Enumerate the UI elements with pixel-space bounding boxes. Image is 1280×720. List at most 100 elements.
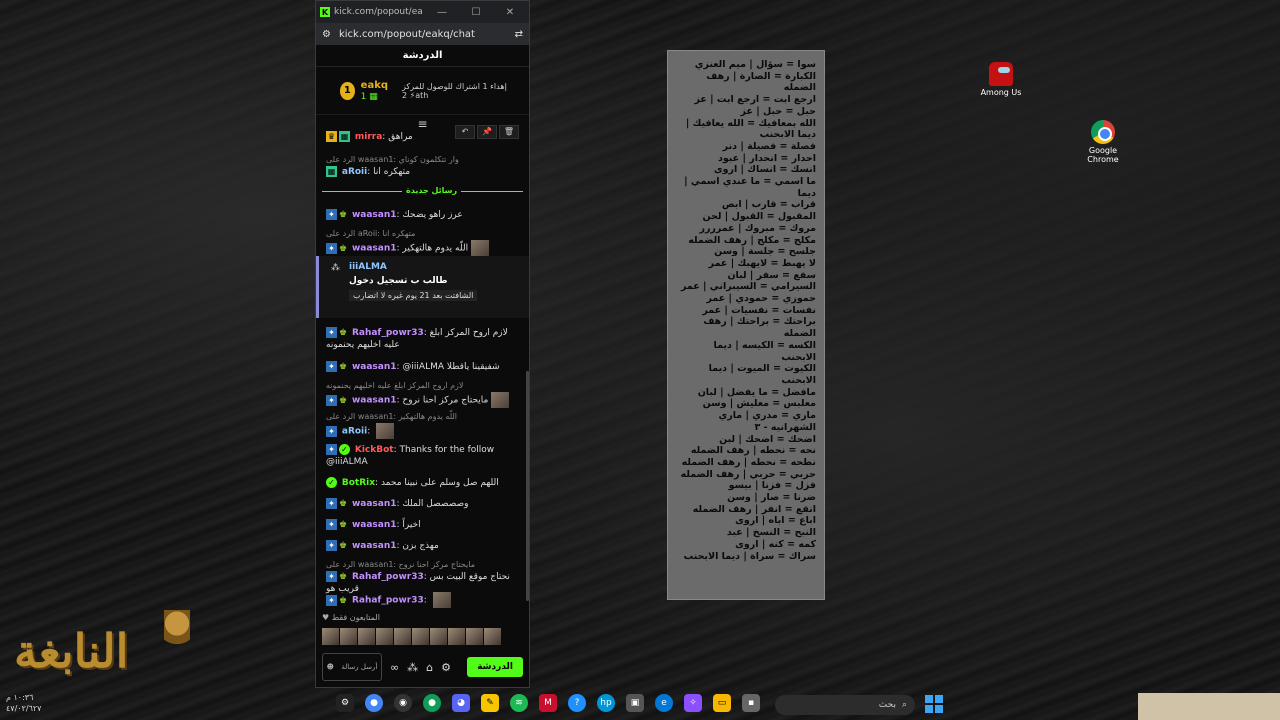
url-text[interactable]: kick.com/popout/eakq/chat [339,29,507,40]
crown-icon: ♚ [339,395,348,406]
avatar[interactable] [430,628,447,645]
delete-icon[interactable]: 🗑 [499,125,519,139]
chat-text: مراهق [388,132,413,142]
chat-username[interactable]: waasan1 [352,210,397,220]
channel-logo: النابغة [14,610,190,685]
chat-message[interactable]: ✦ ♚ Rahaf_powr33: لازم اروح المركز ابلغ ع… [326,327,519,351]
note-line: مكلج = مكلج | رهف الضمله [688,234,816,246]
translate-icon[interactable]: ⇄ [515,29,523,40]
store-icon[interactable]: ⌂ [426,661,433,674]
app-icon[interactable]: ▪ [742,694,760,712]
system-card-user[interactable]: iiiALMA [349,262,519,272]
note-line: احدار = انحدار | عبود [717,152,816,164]
chat-message[interactable]: ✦ ♚ waasan1: عرز راهو يضحك [326,209,519,221]
collapse-pinned-icon[interactable]: ≡ [417,117,427,131]
avatar[interactable] [448,628,465,645]
avatar[interactable] [466,628,483,645]
chat-message[interactable]: ✦ ♚ waasan1: مهذج بزن [326,540,519,552]
taskbar-clock[interactable]: ١٠:٣٦ م ٤٧/٠٢/٦٢٧ [6,692,41,714]
chat-send-button[interactable]: الدردشة [467,657,523,677]
mcafee-icon[interactable]: M [539,694,557,712]
avatar[interactable] [376,628,393,645]
maximize-button[interactable]: ☐ [461,7,491,18]
close-button[interactable]: ✕ [495,7,525,18]
note-line: كمه = كنه | اروى [735,538,816,550]
hp-icon[interactable]: hp [597,694,615,712]
obs-icon[interactable]: ◉ [394,694,412,712]
chat-message[interactable]: ✦ ♚ Rahaf_powr33: [326,592,519,608]
kick-badge-icon: ✦ [326,444,337,455]
sticky-notes-panel[interactable]: سوا = سؤال | ميم العنزي الكبارة = الصارة … [667,50,825,600]
chat-message[interactable]: ♛ ▦ mirra: مراهق ↶ 📌 🗑 [326,125,519,143]
spotify-icon[interactable]: ≋ [510,694,528,712]
chat-message[interactable]: ✦ ✓ KickBot: Thanks for the follow @iiiAL… [326,444,519,468]
reply-context: الرد على waasan1: اللّه يدوم هالتهكير [326,412,458,421]
chat-username[interactable]: Rahaf_powr33 [352,328,424,338]
chat-username[interactable]: waasan1 [352,362,397,372]
chat-message[interactable]: ✦ ♚ waasan1: اخيراً [326,519,519,531]
site-settings-icon[interactable]: ⚙ [322,29,331,40]
chat-message[interactable]: ✦ ♚ waasan1: اللّه يدوم هالتهكير [326,240,519,256]
chrome-alt-icon[interactable]: ● [423,694,441,712]
search-label: بحث [878,700,896,710]
windows-start-icon[interactable] [925,695,943,713]
chat-username[interactable]: waasan1 [352,520,397,530]
avatar[interactable] [358,628,375,645]
chat-scrollbar[interactable] [526,371,529,601]
users-icon[interactable]: ⁂ [407,661,418,674]
chat-username[interactable]: BotRix [342,478,375,488]
note-line: ارجع ابت = ارجع ابت | عز [694,94,816,106]
avatar[interactable] [394,628,411,645]
chat-input[interactable]: ☻ أرسل رسالة [322,653,382,681]
chat-username[interactable]: Rahaf_powr33 [352,596,424,606]
taskbar-search[interactable]: بحث ⌕ [775,695,915,715]
chat-text: وصصصصل الملك [402,499,469,509]
sticky-notes-icon[interactable]: ✎ [481,694,499,712]
copilot-icon[interactable]: ✧ [684,694,702,712]
discord-icon[interactable]: ◕ [452,694,470,712]
avatar[interactable] [484,628,501,645]
desktop-icon-among-us[interactable]: Among Us [971,62,1031,97]
system-tray-overlay [1138,693,1280,720]
chat-message[interactable]: ✓ BotRix: اللهم صل وسلم على نبينا محمد [326,477,519,489]
chrome-taskbar-icon[interactable]: ● [365,694,383,712]
chat-username[interactable]: waasan1 [352,499,397,509]
note-line: المقبول = القبول | لحن [702,211,816,223]
chat-username[interactable]: waasan1 [352,541,397,551]
crown-icon: ♚ [339,572,348,582]
emote-image [432,592,451,608]
address-bar[interactable]: ⚙ kick.com/popout/eakq/chat ⇄ [316,23,529,45]
chat-title: الدردشة [316,45,529,67]
chat-username[interactable]: Rahaf_powr33 [352,572,424,582]
infinity-icon[interactable]: ∞ [390,661,399,674]
store-taskbar-icon[interactable]: ▣ [626,694,644,712]
chat-message[interactable]: ✦ aRoii: [326,423,519,439]
reply-icon[interactable]: ↶ [455,125,475,139]
chat-username[interactable]: waasan1 [352,396,397,406]
avatar[interactable] [322,628,339,645]
chat-message[interactable]: ✦ ♚ waasan1: وصصصصل الملك [326,498,519,510]
chat-message[interactable]: ▦ aRoii: متهكره انا [326,166,519,178]
emoji-icon[interactable]: ☻ [327,663,334,671]
chat-username[interactable]: aRoii [342,167,367,177]
minimize-button[interactable]: — [427,7,457,18]
settings-gear-icon[interactable]: ⚙ [441,661,451,674]
chat-username[interactable]: mirra [355,132,382,142]
avatar[interactable] [412,628,429,645]
crown-icon: ♚ [339,541,348,551]
note-line: مافضل = ما يفضل | لبان [697,386,816,398]
chat-username[interactable]: aRoii [342,427,367,437]
desktop-icon-chrome[interactable]: Google Chrome [1073,120,1133,164]
chat-message[interactable]: ✦ ♚ waasan1: مايحتاج مركز احنا نروح [326,392,519,408]
chat-message[interactable]: ✦ ♚ waasan1: @iiiALMA شفيقينا ياقطلا [326,361,519,373]
chat-username[interactable]: KickBot [355,445,394,455]
settings-icon[interactable]: ⚙ [336,694,354,712]
avatar[interactable] [340,628,357,645]
pinned-user[interactable]: eakq [361,80,388,92]
help-icon[interactable]: ? [568,694,586,712]
edge-icon[interactable]: e [655,694,673,712]
file-explorer-icon[interactable]: ▭ [713,694,731,712]
chat-username[interactable]: waasan1 [352,244,397,254]
note-line: الله بمعافيك = الله يعافيك | ديما الابحن… [685,117,816,141]
pin-icon[interactable]: 📌 [477,125,497,139]
